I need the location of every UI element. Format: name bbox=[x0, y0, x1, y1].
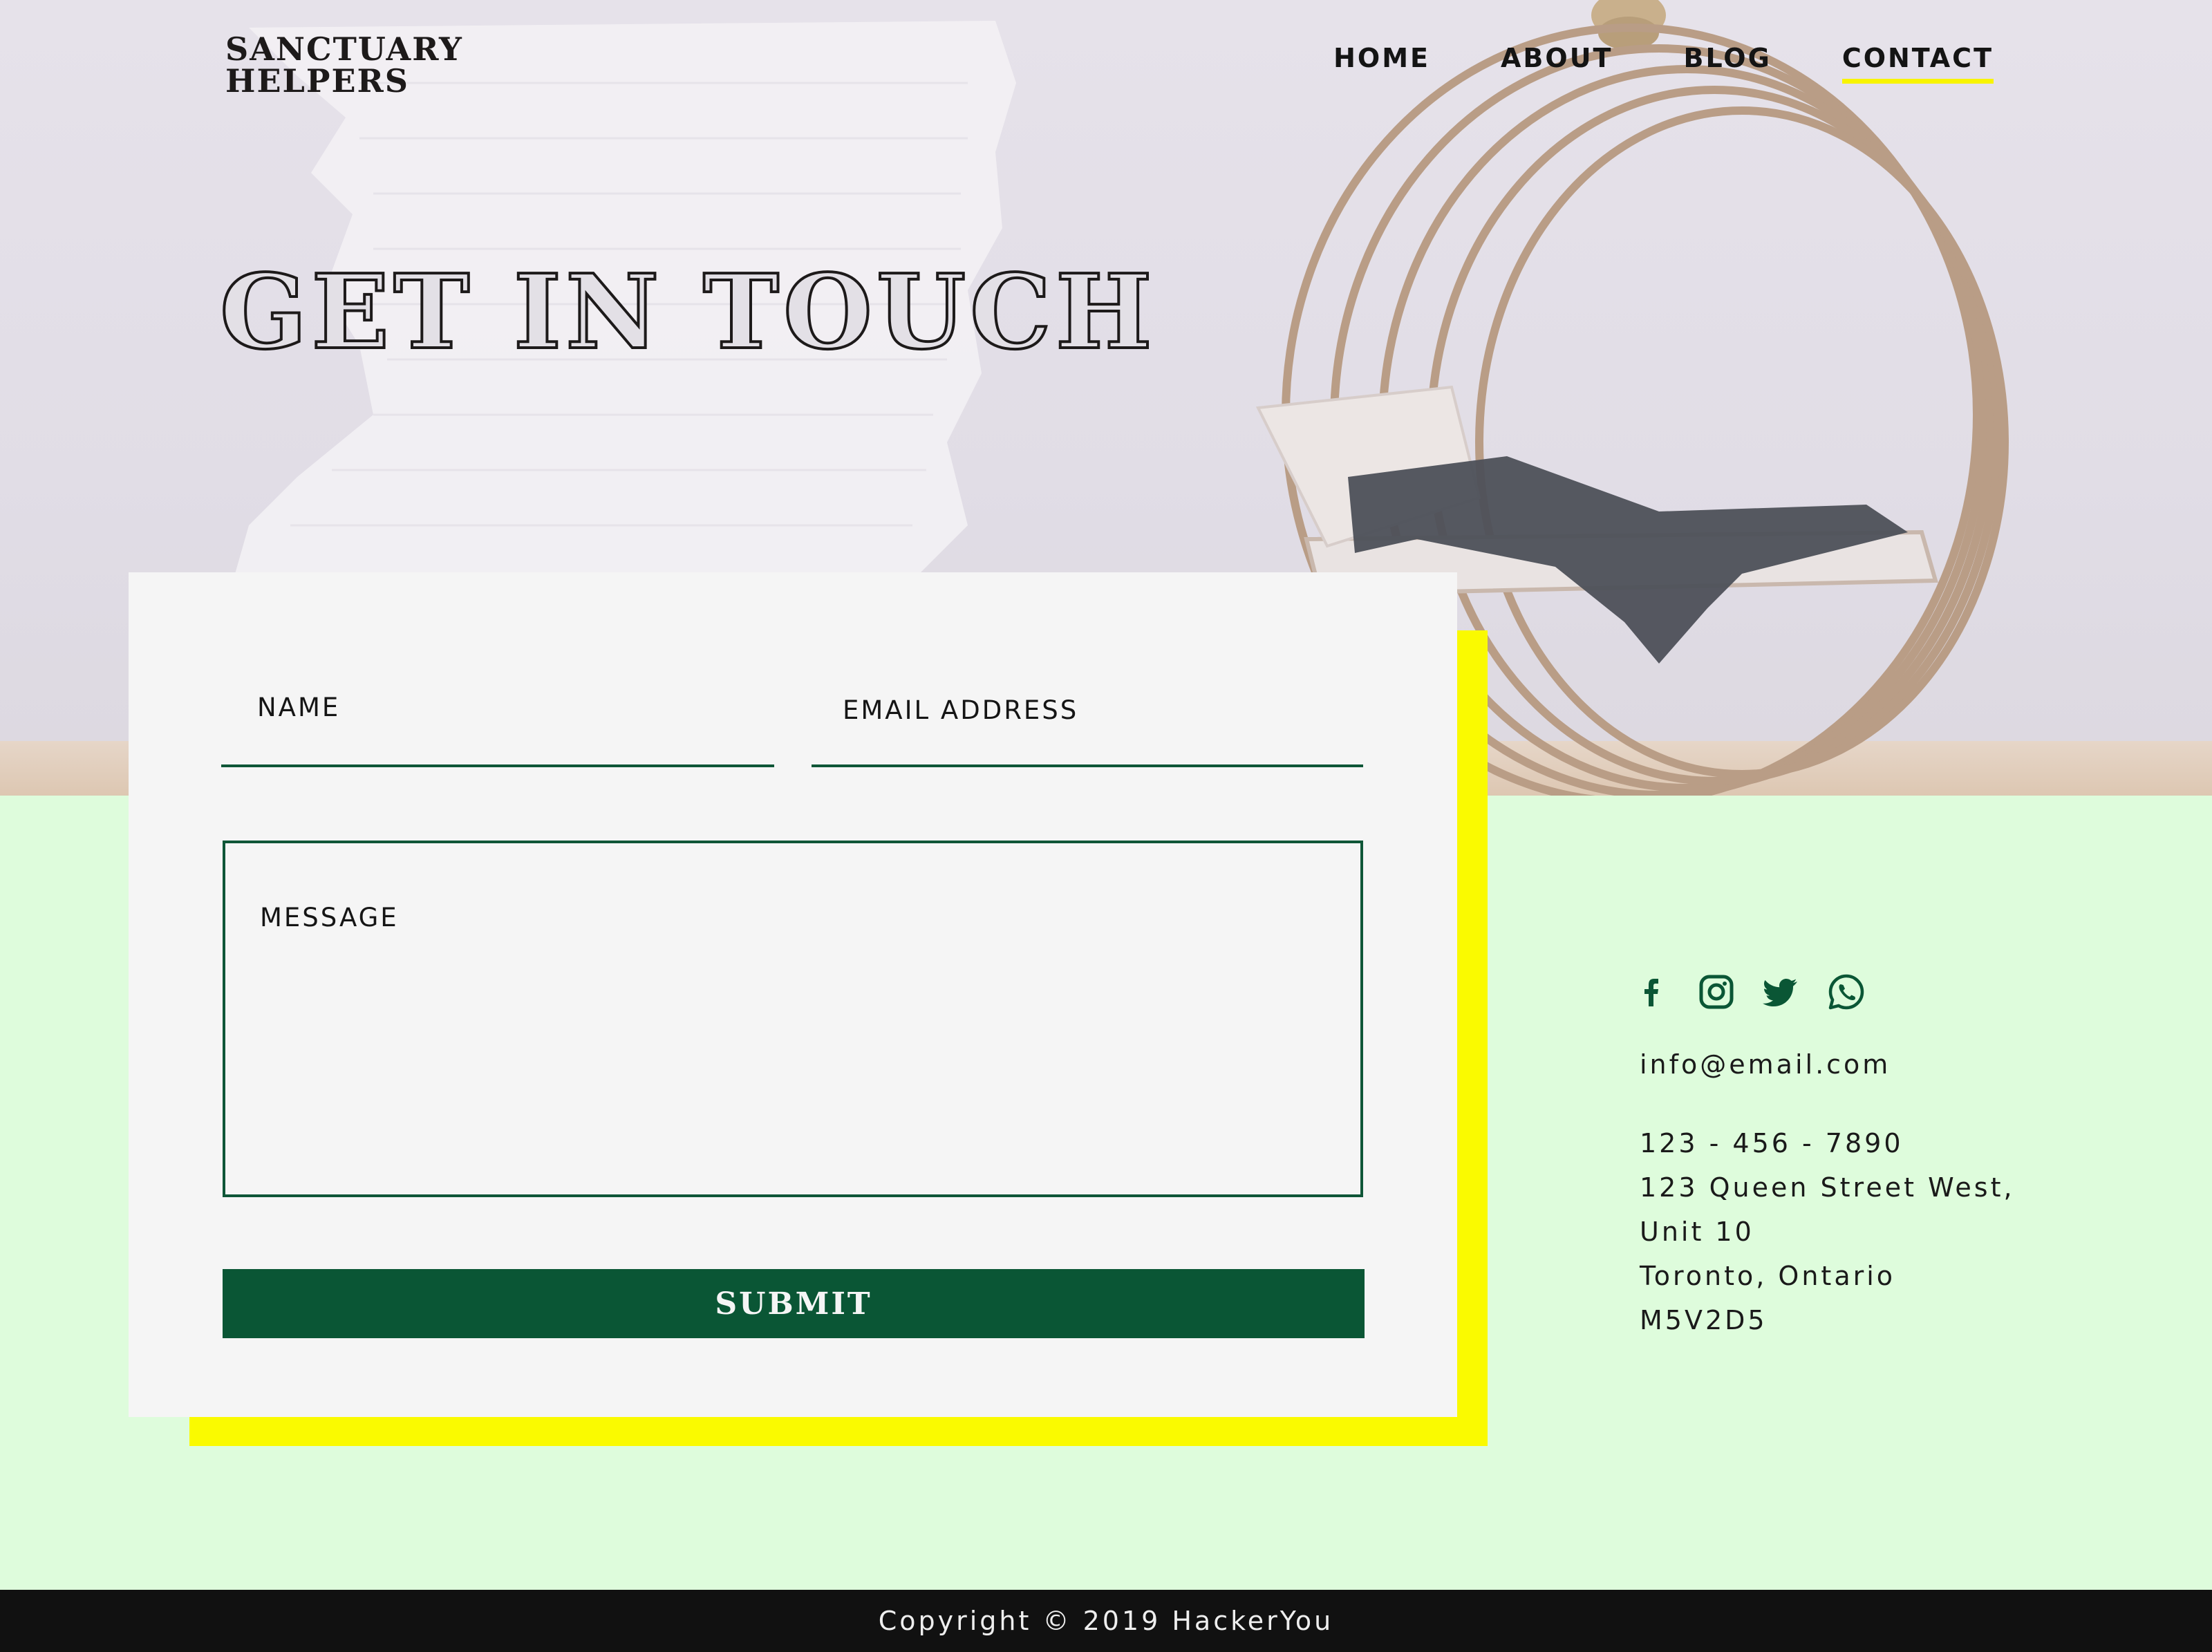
submit-button[interactable]: SUBMIT bbox=[223, 1269, 1365, 1338]
brand-line-1: SANCTUARY bbox=[225, 30, 463, 68]
nav-item-home[interactable]: HOME bbox=[1333, 43, 1430, 84]
nav-item-blog[interactable]: BLOG bbox=[1683, 43, 1771, 84]
instagram-icon[interactable] bbox=[1696, 972, 1736, 1012]
message-field[interactable]: MESSAGE bbox=[223, 841, 1363, 1197]
email-field[interactable]: EMAIL ADDRESS bbox=[812, 684, 1363, 767]
brand-logo[interactable]: SANCTUARY HELPERS bbox=[225, 33, 463, 97]
name-label: NAME bbox=[257, 693, 341, 722]
main-nav: HOME ABOUT BLOG CONTACT bbox=[1263, 43, 1994, 84]
contact-email[interactable]: info@email.com bbox=[1640, 1042, 1891, 1087]
address-line-1: 123 Queen Street West, bbox=[1640, 1172, 2015, 1203]
nav-item-about[interactable]: ABOUT bbox=[1501, 43, 1613, 84]
facebook-icon[interactable] bbox=[1631, 972, 1671, 1012]
whatsapp-icon[interactable] bbox=[1826, 972, 1866, 1012]
brand-line-2: HELPERS bbox=[225, 62, 409, 100]
site-footer: Copyright © 2019 HackerYou bbox=[0, 1590, 2212, 1652]
nav-item-contact[interactable]: CONTACT bbox=[1841, 43, 1994, 84]
address-line-3: Toronto, Ontario bbox=[1640, 1261, 1896, 1291]
name-field[interactable]: NAME bbox=[221, 684, 774, 767]
social-links bbox=[1631, 972, 1866, 1012]
email-label: EMAIL ADDRESS bbox=[843, 695, 1079, 725]
copyright-text: Copyright © 2019 HackerYou bbox=[878, 1606, 1334, 1636]
contact-phone[interactable]: 123 - 456 - 7890 bbox=[1640, 1121, 2015, 1165]
address-line-4: M5V2D5 bbox=[1640, 1305, 1768, 1335]
address-line-2: Unit 10 bbox=[1640, 1217, 1754, 1247]
twitter-icon[interactable] bbox=[1761, 972, 1801, 1012]
contact-address-block: 123 - 456 - 7890 123 Queen Street West, … bbox=[1640, 1121, 2015, 1342]
message-label: MESSAGE bbox=[260, 903, 399, 932]
page-title: GET IN TOUCH bbox=[218, 252, 1156, 372]
